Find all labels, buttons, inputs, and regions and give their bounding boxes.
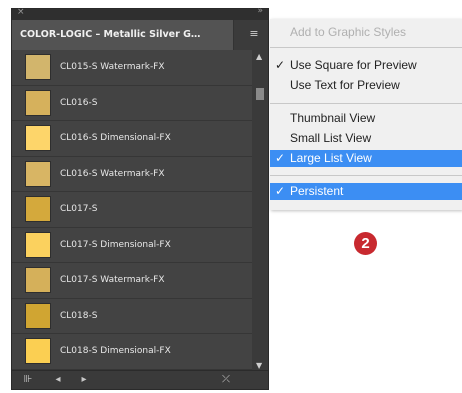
style-name: CL016-S [60, 97, 98, 108]
menu-item-large-list-view[interactable]: ✓ Large List View [270, 150, 462, 167]
menu-item-small-list-view[interactable]: Small List View [270, 130, 462, 147]
graphic-styles-list: CL015-S Watermark-FX CL016-S CL016-S Dim… [12, 50, 252, 372]
menu-divider [270, 103, 462, 104]
scroll-down-arrow-icon[interactable]: ▼ [256, 361, 262, 370]
style-swatch [25, 89, 51, 116]
menu-item-label: Use Text for Preview [290, 78, 400, 92]
checkmark-icon: ✓ [275, 151, 286, 165]
style-name: CL017-S Dimensional-FX [60, 239, 171, 250]
list-item[interactable]: CL015-S Watermark-FX [12, 50, 252, 86]
style-swatch [25, 302, 51, 329]
panel-tab-title: COLOR-LOGIC – Metallic Silver G… [20, 29, 201, 40]
style-swatch [25, 196, 51, 223]
menu-item-label: Add to Graphic Styles [290, 25, 407, 39]
panel-footer: ⊪ ◂ ▸ ⤫ [12, 370, 268, 389]
panel-tab[interactable]: COLOR-LOGIC – Metallic Silver G… [12, 20, 234, 50]
list-item[interactable]: CL018-S [12, 299, 252, 334]
list-item[interactable]: CL016-S [12, 86, 252, 121]
style-swatch [25, 231, 51, 258]
menu-item-use-square-for-preview[interactable]: ✓ Use Square for Preview [270, 57, 462, 74]
collapse-panel-icon[interactable]: » [257, 6, 262, 16]
list-item[interactable]: CL017-S [12, 192, 252, 228]
style-name: CL015-S Watermark-FX [60, 62, 165, 73]
style-swatch [25, 54, 51, 81]
style-name: CL017-S Watermark-FX [60, 275, 165, 286]
style-swatch [25, 338, 51, 365]
menu-item-persistent[interactable]: ✓ Persistent [270, 183, 462, 200]
menu-item-thumbnail-view[interactable]: Thumbnail View [270, 110, 462, 127]
menu-divider [270, 47, 462, 48]
menu-item-add-to-graphic-styles: Add to Graphic Styles [270, 24, 462, 41]
menu-item-label: Use Square for Preview [290, 58, 417, 72]
menu-divider [270, 175, 462, 176]
list-item[interactable]: CL016-S Watermark-FX [12, 157, 252, 192]
next-library-icon[interactable]: ▸ [78, 372, 90, 388]
scroll-up-arrow-icon[interactable]: ▲ [256, 52, 262, 61]
list-scrollbar[interactable]: ▲ ▼ [252, 50, 268, 372]
style-name: CL016-S Dimensional-FX [60, 133, 171, 144]
menu-item-use-text-for-preview[interactable]: Use Text for Preview [270, 77, 462, 94]
style-name: CL018-S Dimensional-FX [60, 346, 171, 357]
panel-menu-icon[interactable]: ≡ [244, 24, 264, 44]
panel-flyout-menu: Add to Graphic Styles ✓ Use Square for P… [270, 19, 462, 210]
break-link-icon[interactable]: ⤫ [218, 372, 234, 388]
close-panel-icon[interactable]: × [17, 7, 25, 17]
checkmark-icon: ✓ [275, 184, 286, 198]
style-swatch [25, 125, 51, 152]
panel-title-bar: × » [12, 6, 268, 20]
graphic-styles-library-icon[interactable]: ⊪ [20, 372, 36, 388]
scroll-thumb[interactable] [256, 88, 264, 100]
checkmark-icon: ✓ [275, 58, 286, 72]
menu-item-label: Large List View [290, 151, 372, 165]
menu-item-label: Persistent [290, 184, 344, 198]
list-item[interactable]: CL016-S Dimensional-FX [12, 121, 252, 157]
style-name: CL018-S [60, 310, 98, 321]
graphic-styles-panel: × » COLOR-LOGIC – Metallic Silver G… ≡ C… [11, 6, 269, 390]
style-swatch [25, 267, 51, 294]
menu-item-label: Thumbnail View [290, 111, 376, 125]
list-item[interactable]: CL017-S Watermark-FX [12, 263, 252, 299]
style-swatch [25, 160, 51, 187]
previous-library-icon[interactable]: ◂ [52, 372, 64, 388]
step-number-badge: 2 [354, 232, 377, 255]
menu-item-label: Small List View [290, 131, 372, 145]
style-name: CL016-S Watermark-FX [60, 168, 165, 179]
style-name: CL017-S [60, 204, 98, 215]
list-item[interactable]: CL017-S Dimensional-FX [12, 228, 252, 263]
list-item[interactable]: CL018-S Dimensional-FX [12, 334, 252, 370]
